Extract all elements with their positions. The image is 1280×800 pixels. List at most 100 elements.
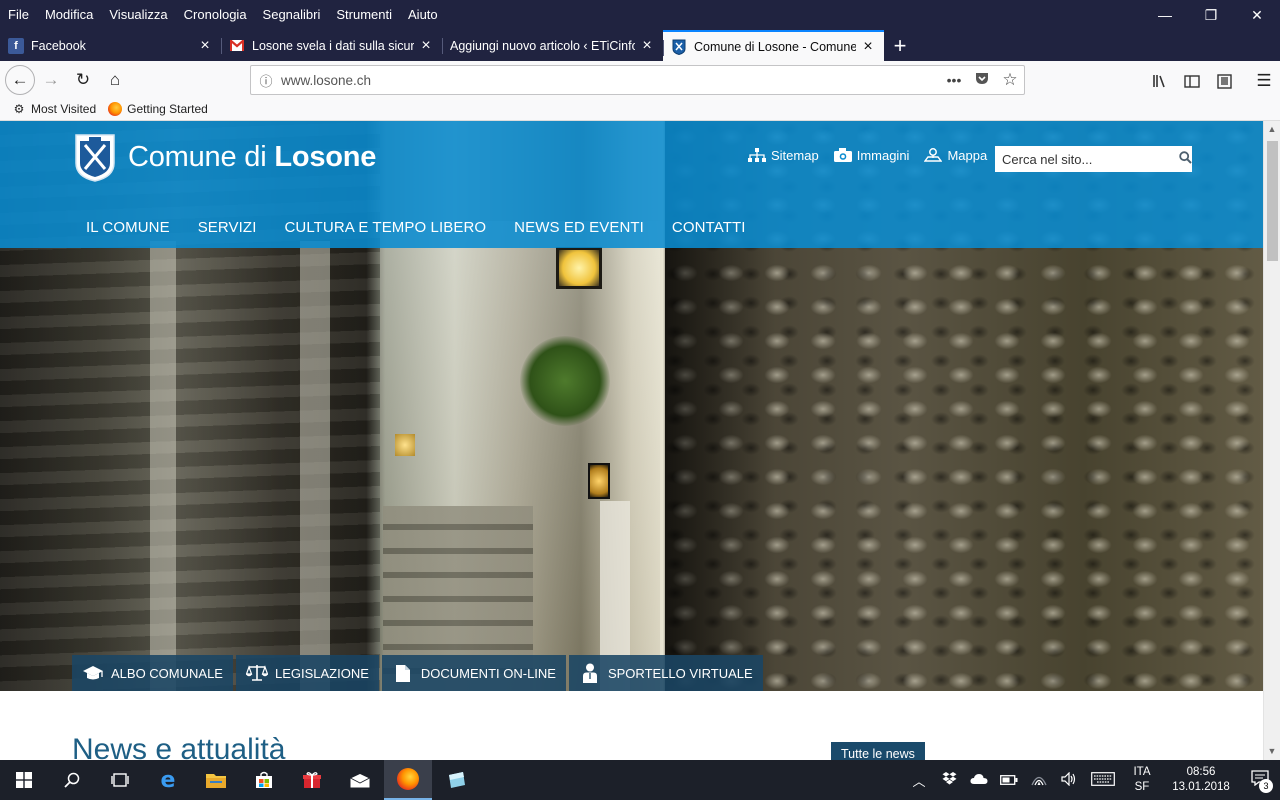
gift-icon[interactable] (288, 760, 336, 800)
sidebar-icon[interactable] (1176, 65, 1208, 97)
immagini-label: Immagini (856, 147, 910, 163)
legislazione-label: LEGISLAZIONE (274, 665, 369, 681)
extension-icon[interactable] (1208, 65, 1240, 97)
losone-crest-icon (671, 39, 687, 55)
url-text[interactable]: www.losone.ch (281, 73, 940, 88)
tab-title: Comune di Losone - Comune di (694, 39, 856, 54)
nav-news-eventi[interactable]: NEWS ED EVENTI (514, 219, 644, 236)
documenti-online-label: DOCUMENTI ON-LINE (420, 665, 556, 681)
mortarboard-icon (82, 664, 104, 682)
start-button[interactable] (0, 760, 48, 800)
scroll-down-icon[interactable]: ▼ (1264, 743, 1280, 760)
bookmark-getting-started[interactable]: Getting Started (108, 102, 208, 116)
pocket-icon[interactable] (968, 72, 996, 88)
nav-servizi[interactable]: SERVIZI (198, 219, 257, 236)
menu-aiuto[interactable]: Aiuto (400, 0, 446, 30)
site-title[interactable]: Comune di Losone (128, 141, 376, 174)
menu-modifica[interactable]: Modifica (37, 0, 101, 30)
mappa-label: Mappa (947, 147, 988, 163)
url-bar[interactable]: ⓘ www.losone.ch ••• ☆ (250, 65, 1025, 95)
clock-time: 08:56 (1186, 766, 1216, 778)
tab-title: Facebook (31, 38, 86, 53)
close-window-button[interactable]: ✕ (1234, 0, 1280, 30)
close-tab-icon[interactable]: × (418, 37, 434, 55)
toolbar-right: ☰ (1144, 65, 1280, 97)
wifi-icon[interactable] (1024, 772, 1054, 789)
firefox-taskbar-icon[interactable] (384, 760, 432, 800)
tab-losone[interactable]: Comune di Losone - Comune di × (663, 30, 884, 61)
close-tab-icon[interactable]: × (639, 37, 655, 55)
notification-center-icon[interactable]: 3 (1240, 770, 1280, 793)
menu-file[interactable]: File (0, 0, 37, 30)
task-view-icon[interactable] (96, 760, 144, 800)
forward-button[interactable]: → (35, 64, 67, 96)
info-icon[interactable]: ⓘ (251, 71, 281, 90)
immagini-link[interactable]: Immagini (833, 147, 910, 163)
camera-icon (833, 147, 853, 163)
language-code: ITA (1133, 766, 1151, 778)
store-icon[interactable] (240, 760, 288, 800)
page-scrollbar[interactable]: ▲ ▼ (1263, 121, 1280, 760)
menu-visualizza[interactable]: Visualizza (101, 0, 175, 30)
tab-gmail[interactable]: Losone svela i dati sulla sicurezz × (221, 30, 442, 61)
page-actions-icon[interactable]: ••• (940, 72, 968, 88)
person-icon (579, 663, 601, 683)
search-icon[interactable] (1178, 151, 1192, 167)
documenti-online-button[interactable]: DOCUMENTI ON-LINE (381, 655, 566, 691)
page-viewport: Comune di Losone Sitemap Immagini Mappa (0, 121, 1263, 760)
cloud-icon[interactable] (964, 773, 994, 788)
sitemap-link[interactable]: Sitemap (747, 147, 819, 163)
sportello-virtuale-label: SPORTELLO VIRTUALE (607, 665, 753, 681)
hamburger-menu-icon[interactable]: ☰ (1248, 65, 1280, 97)
quick-links: ALBO COMUNALE LEGISLAZIONE DOCUMENTI ON-… (72, 655, 766, 691)
taskbar: e ︿ ITA SF 08:56 13.01.2018 3 (0, 760, 1280, 800)
close-tab-icon[interactable]: × (197, 37, 213, 55)
bookmark-most-visited[interactable]: ⚙ Most Visited (12, 102, 97, 116)
search-input[interactable] (995, 147, 1178, 171)
nav-cultura[interactable]: CULTURA E TEMPO LIBERO (284, 219, 486, 236)
close-tab-icon[interactable]: × (860, 38, 876, 56)
losone-crest-logo[interactable] (74, 133, 116, 183)
mappa-link[interactable]: Mappa (923, 147, 987, 163)
search-icon[interactable] (48, 760, 96, 800)
site-title-bold: Losone (274, 141, 377, 173)
mail-icon[interactable] (336, 760, 384, 800)
albo-comunale-button[interactable]: ALBO COMUNALE (72, 655, 233, 691)
sportello-virtuale-button[interactable]: SPORTELLO VIRTUALE (568, 655, 763, 691)
utility-links: Sitemap Immagini Mappa (747, 147, 1001, 163)
tab-title: Aggiungi nuovo articolo ‹ ETiCinfo (450, 38, 635, 53)
menu-strumenti[interactable]: Strumenti (328, 0, 400, 30)
scroll-thumb[interactable] (1267, 141, 1278, 261)
nav-il-comune[interactable]: IL COMUNE (86, 219, 170, 236)
keyboard-icon[interactable] (1084, 771, 1122, 789)
bookmark-star-icon[interactable]: ☆ (996, 70, 1024, 90)
tab-eticinfo[interactable]: Aggiungi nuovo articolo ‹ ETiCinfo × (442, 30, 663, 61)
news-section-title: News e attualità (72, 733, 286, 760)
nav-contatti[interactable]: CONTATTI (672, 219, 746, 236)
menu-cronologia[interactable]: Cronologia (176, 0, 255, 30)
site-search (995, 146, 1192, 172)
legislazione-button[interactable]: LEGISLAZIONE (235, 655, 379, 691)
battery-icon[interactable] (994, 773, 1024, 788)
reload-button[interactable]: ↻ (67, 64, 99, 96)
input-language[interactable]: ITA SF (1122, 765, 1162, 795)
scroll-up-icon[interactable]: ▲ (1264, 121, 1280, 138)
app-taskbar-icon[interactable] (432, 760, 480, 800)
clock[interactable]: 08:56 13.01.2018 (1162, 765, 1240, 795)
gmail-icon (229, 38, 245, 54)
tab-facebook[interactable]: f Facebook × (0, 30, 221, 61)
restore-button[interactable]: ❐ (1188, 0, 1234, 30)
minimize-button[interactable]: — (1142, 0, 1188, 30)
library-icon[interactable] (1144, 65, 1176, 97)
dropbox-icon[interactable] (934, 772, 964, 788)
back-button[interactable]: ← (5, 64, 35, 95)
volume-icon[interactable] (1054, 771, 1084, 789)
file-explorer-icon[interactable] (192, 760, 240, 800)
all-news-button[interactable]: Tutte le news (831, 742, 925, 760)
edge-icon[interactable]: e (144, 760, 192, 800)
new-tab-button[interactable]: + (884, 30, 916, 61)
home-button[interactable]: ⌂ (99, 64, 131, 96)
firefox-icon (108, 102, 123, 116)
chevron-up-icon[interactable]: ︿ (904, 771, 934, 790)
menu-segnalibri[interactable]: Segnalibri (255, 0, 329, 30)
